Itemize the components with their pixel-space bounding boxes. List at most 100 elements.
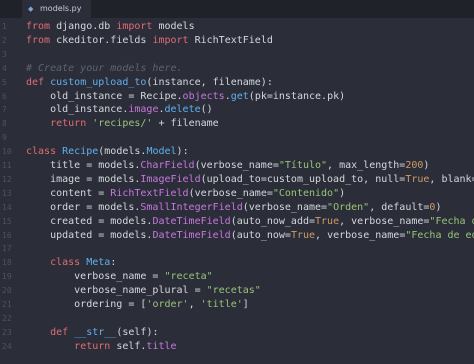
line-number: 6 — [2, 91, 7, 101]
code-token: DateTimeField — [152, 215, 231, 227]
code-line[interactable]: def custom_upload_to(instance, filename)… — [26, 76, 273, 90]
line-number: 24 — [2, 341, 12, 351]
code-token: get — [230, 90, 249, 102]
code-token: (verbose_name= — [242, 201, 328, 213]
code-token: verbose_name_plural = — [26, 285, 207, 297]
code-line[interactable]: order = models.SmallIntegerField(verbose… — [26, 201, 441, 215]
code-token: ) — [339, 187, 346, 199]
code-token: ckeditor.fields — [50, 34, 153, 46]
line-number: 20 — [2, 286, 12, 296]
code-token: "Título" — [278, 160, 328, 171]
code-token: (models. — [98, 146, 147, 158]
code-token: from — [26, 21, 51, 32]
code-token: old_instance = Recipe. — [26, 90, 183, 102]
line-number: 21 — [2, 300, 12, 309]
line-number: 9 — [2, 133, 7, 143]
code-token: CharField — [140, 160, 195, 171]
code-token: self. — [110, 340, 147, 352]
code-line[interactable]: old_instance.image.delete() — [26, 103, 213, 117]
code-line[interactable]: class Recipe(models.Model): — [26, 145, 189, 159]
code-token: "recetas" — [206, 285, 261, 297]
code-token: RichTextField — [110, 187, 189, 199]
code-token: , blank= — [429, 173, 474, 185]
line-number: 13 — [2, 188, 12, 198]
code-line[interactable]: image = models.ImageField(upload_to=cust… — [26, 173, 474, 187]
code-line[interactable]: return self.title — [26, 340, 176, 354]
line-number: 3 — [2, 49, 7, 59]
code-token: delete — [164, 104, 201, 116]
code-token: , max_length= — [327, 160, 406, 171]
code-token: + filename — [152, 118, 219, 130]
code-token: , — [188, 299, 201, 310]
line-number: 2 — [2, 35, 7, 45]
code-token: "Fecha de creación" — [429, 215, 474, 227]
line-number: 4 — [2, 63, 7, 73]
code-token: return — [74, 340, 111, 352]
code-token: , verbose_name= — [339, 215, 430, 227]
code-line[interactable]: def __str__(self): — [26, 326, 158, 340]
line-number: 17 — [2, 244, 12, 254]
code-token: (instance, filename): — [146, 76, 273, 88]
python-file-icon: ◆ — [28, 5, 34, 13]
code-line[interactable]: from ckeditor.fields import RichTextFiel… — [26, 34, 273, 48]
line-number: 5 — [2, 77, 7, 87]
code-token: , verbose_name= — [315, 229, 406, 241]
line-number: 19 — [2, 272, 12, 282]
code-token: __str__ — [74, 326, 117, 338]
code-token: 200 — [405, 160, 424, 171]
code-line[interactable]: title = models.CharField(verbose_name="T… — [26, 159, 429, 173]
code-token: return — [50, 118, 87, 130]
code-token: DateTimeField — [152, 229, 231, 241]
code-token: django.db — [50, 21, 117, 32]
code-line[interactable]: updated = models.DateTimeField(auto_now=… — [26, 229, 474, 243]
tab-models-py[interactable]: ◆ models.py — [22, 0, 92, 18]
code-line[interactable]: verbose_name_plural = "recetas" — [26, 284, 261, 298]
code-line[interactable]: created = models.DateTimeField(auto_now_… — [26, 215, 474, 229]
code-line[interactable]: from django.db import models — [26, 20, 195, 34]
code-token: custom_upload_to — [50, 76, 147, 88]
line-number: 22 — [2, 313, 12, 323]
code-token: , default= — [369, 201, 430, 213]
code-token: # Create your models here. — [26, 62, 183, 74]
line-number: 8 — [2, 119, 7, 129]
code-token: True — [315, 215, 340, 227]
line-number: 10 — [2, 147, 12, 157]
code-editor[interactable]: ◆ models.py 1 2 3 4 5 6 7 8 9 10 11 12 13 14 15 16 17 18 1… — [0, 0, 474, 364]
code-token: Meta — [86, 257, 111, 269]
code-token: ) — [423, 160, 430, 171]
code-area[interactable]: from django.db import models from ckedito… — [26, 18, 474, 364]
code-token: (auto_now_add= — [230, 215, 316, 227]
code-token: Model — [146, 146, 177, 158]
code-token: ): — [176, 146, 189, 158]
code-token: True — [405, 173, 430, 185]
code-line[interactable]: return 'recipes/' + filename — [26, 117, 219, 131]
code-line[interactable]: ordering = ['order', 'title'] — [26, 298, 249, 312]
code-token: verbose_name = — [26, 271, 165, 283]
code-token: def — [26, 76, 45, 88]
code-token: updated = models. — [26, 229, 153, 241]
line-number: 7 — [2, 105, 7, 115]
code-token: image = models. — [26, 173, 141, 185]
line-number: 23 — [2, 327, 12, 337]
code-token: (pk=instance.pk) — [248, 90, 346, 102]
code-token: SmallIntegerField — [140, 201, 243, 213]
code-token: created = models. — [26, 215, 153, 227]
code-token: image — [128, 104, 159, 116]
code-token: class — [50, 257, 81, 269]
code-token: content = — [26, 187, 111, 199]
code-line[interactable]: verbose_name = "receta" — [26, 270, 213, 284]
code-line[interactable]: # Create your models here. — [26, 62, 183, 76]
code-line[interactable]: old_instance = Recipe.objects.get(pk=ins… — [26, 90, 345, 104]
code-token: (auto_now= — [230, 229, 291, 241]
code-line[interactable]: content = RichTextField(verbose_name="Co… — [26, 187, 345, 201]
line-number: 14 — [2, 202, 12, 212]
code-token: "Contenido" — [272, 187, 340, 199]
line-number: 1 — [2, 22, 7, 31]
line-number: 16 — [2, 230, 12, 240]
code-token: (verbose_name= — [194, 160, 279, 171]
code-line[interactable]: class Meta: — [26, 256, 116, 270]
code-token: models — [152, 21, 195, 32]
